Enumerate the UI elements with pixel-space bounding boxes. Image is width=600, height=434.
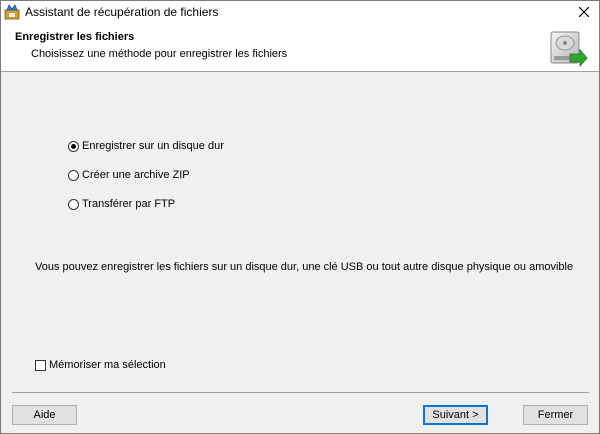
option-save-hard-drive[interactable]: Enregistrer sur un disque dur [68,139,224,153]
remember-selection[interactable]: Mémoriser ma sélection [35,358,166,372]
window-title: Assistant de récupération de fichiers [25,5,219,19]
hard-drive-save-icon [546,28,588,70]
footer-separator [12,392,589,393]
header-title: Enregistrer les fichiers [15,31,135,43]
option-label: Enregistrer sur un disque dur [82,140,224,152]
option-label: Transférer par FTP [82,198,176,210]
recovery-wizard-window: Assistant de récupération de fichiers En… [0,0,600,434]
radio-create-zip[interactable] [68,169,79,181]
recovery-app-icon [4,4,20,20]
remember-checkbox[interactable] [35,359,46,371]
close-icon [579,7,589,17]
remember-label: Mémoriser ma sélection [49,359,166,371]
help-button[interactable]: Aide [12,405,77,425]
title-bar: Assistant de récupération de fichiers [1,1,599,23]
radio-save-hard-drive[interactable] [68,140,79,152]
option-transfer-ftp[interactable]: Transférer par FTP [68,197,175,211]
method-description: Vous pouvez enregistrer les fichiers sur… [35,261,574,273]
next-button[interactable]: Suivant > [423,405,488,425]
header-subtitle: Choisissez une méthode pour enregistrer … [31,48,288,60]
close-window-button[interactable] [569,1,599,23]
option-label: Créer une archive ZIP [82,169,190,181]
wizard-header: Enregistrer les fichiers Choisissez une … [1,23,599,72]
radio-transfer-ftp[interactable] [68,198,79,210]
option-create-zip[interactable]: Créer une archive ZIP [68,168,190,182]
close-button[interactable]: Fermer [523,405,588,425]
